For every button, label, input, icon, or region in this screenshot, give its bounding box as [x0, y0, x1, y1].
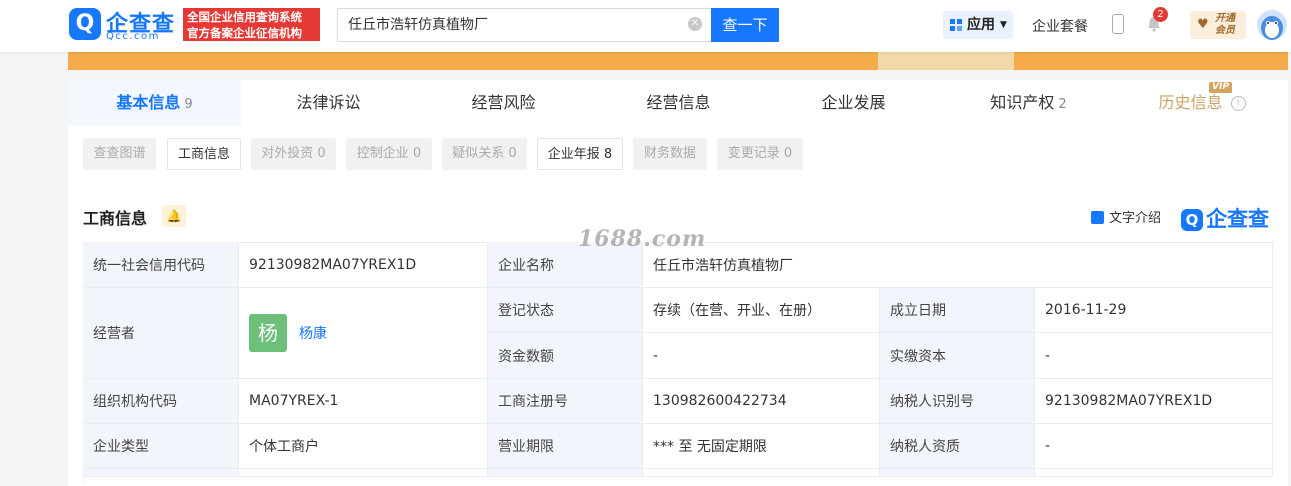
user-avatar[interactable] — [1257, 10, 1287, 40]
table-row-partial-label — [83, 469, 239, 477]
brand-text: 企查查 — [1206, 207, 1269, 231]
enterprise-package-link[interactable]: 企业套餐 — [1032, 16, 1088, 36]
text-intro-button[interactable]: 文字介绍 — [1091, 207, 1161, 226]
watermark-text: 1688.com — [578, 226, 707, 252]
qcc-logo-icon: Q — [1181, 209, 1203, 231]
subtab-registration[interactable]: 工商信息 — [167, 138, 241, 170]
tab-count: 2 — [1058, 97, 1067, 112]
operator-avatar[interactable]: 杨 — [249, 314, 287, 352]
tab-label: 经营信息 — [646, 93, 711, 112]
promo-banner[interactable] — [68, 52, 1288, 70]
subtab-annual-report[interactable]: 企业年报 8 — [537, 138, 623, 170]
vip-open-label: 开通 会员 — [1215, 13, 1243, 37]
org-code-label: 组织机构代码 — [83, 379, 239, 424]
app-menu-label: 应用 — [967, 17, 995, 33]
tab-label: 企业发展 — [821, 93, 886, 112]
mobile-phone-icon[interactable] — [1112, 14, 1124, 34]
company-type-label: 企业类型 — [83, 424, 239, 469]
subtab-graph[interactable]: 查查图谱 — [83, 138, 156, 170]
reg-status-value: 存续（在营、开业、在册） — [643, 288, 880, 333]
tab-business-risk[interactable]: 经营风险 — [416, 80, 591, 126]
tab-label: 历史信息 — [1158, 93, 1223, 112]
capital-label: 资金数额 — [488, 333, 643, 379]
tab-count: 9 — [184, 97, 193, 112]
notification-count-badge: 2 — [1153, 7, 1168, 22]
monitor-bell-icon[interactable]: 🔔 — [162, 205, 186, 227]
grid-icon — [950, 19, 962, 31]
tab-basic-info[interactable]: 基本信息 9 — [68, 80, 241, 126]
text-intro-label: 文字介绍 — [1109, 211, 1162, 226]
paid-capital-value: - — [1035, 333, 1273, 379]
main-tab-bar: 基本信息 9 法律诉讼 经营风险 经营信息 企业发展 知识产权 2 历史信息 i VI… — [68, 80, 1288, 127]
penguin-avatar-icon — [1261, 16, 1283, 40]
tab-history[interactable]: 历史信息 i — [1116, 80, 1288, 126]
table-row-partial — [643, 469, 880, 477]
subtab-change-log[interactable]: 变更记录 0 — [717, 138, 803, 170]
credit-code-label: 统一社会信用代码 — [83, 242, 239, 288]
clear-icon[interactable]: ✕ — [688, 17, 702, 31]
reg-status-label: 登记状态 — [488, 288, 643, 333]
vip-badge: VIP — [1209, 82, 1232, 93]
tab-development[interactable]: 企业发展 — [766, 80, 941, 126]
tab-label: 经营风险 — [471, 93, 536, 112]
tab-business-info[interactable]: 经营信息 — [591, 80, 766, 126]
tab-legal[interactable]: 法律诉讼 — [241, 80, 416, 126]
section-title: 工商信息 — [83, 209, 148, 228]
qcc-logo-icon[interactable]: Q — [69, 8, 101, 40]
found-date-value: 2016-11-29 — [1035, 288, 1273, 333]
table-row-partial — [239, 469, 488, 477]
vip-open-line-1: 开通 — [1215, 13, 1235, 24]
qcc-brand-mark: Q 企查查 — [1181, 203, 1269, 231]
reg-no-label: 工商注册号 — [488, 379, 643, 424]
taxpayer-qual-label: 纳税人资质 — [880, 424, 1035, 469]
table-row-partial — [1035, 469, 1273, 477]
capital-value: - — [643, 333, 880, 379]
subtab-controlled[interactable]: 控制企业 0 — [346, 138, 432, 170]
tab-ip[interactable]: 知识产权 2 — [941, 80, 1116, 126]
operator-name-link[interactable]: 杨康 — [299, 323, 327, 343]
reg-no-value: 130982600422734 — [643, 379, 880, 424]
table-row-partial-label — [880, 469, 1035, 477]
taxpayer-id-label: 纳税人识别号 — [880, 379, 1035, 424]
operator-label: 经营者 — [83, 288, 239, 379]
document-icon — [1091, 211, 1104, 224]
slogan-line-2: 官方备案企业征信机构 — [187, 26, 302, 40]
vip-heart-icon: ♥ — [1197, 17, 1209, 32]
paid-capital-label: 实缴资本 — [880, 333, 1035, 379]
operator-cell: 杨 杨康 — [239, 288, 488, 379]
top-bar: Q 企查查 Qcc.com 全国企业信用查询系统 官方备案企业征信机构 任丘市浩… — [0, 0, 1291, 52]
taxpayer-id-value: 92130982MA07YREX1D — [1035, 379, 1273, 424]
search-button[interactable]: 查一下 — [711, 8, 779, 42]
taxpayer-qual-value: - — [1035, 424, 1273, 469]
tab-label: 知识产权 — [990, 93, 1055, 112]
term-value: *** 至 无固定期限 — [643, 424, 880, 469]
company-name-value: 任丘市浩轩仿真植物厂 — [643, 242, 1273, 288]
vip-open-line-2: 会员 — [1215, 25, 1235, 36]
banner-decoration — [878, 52, 1014, 70]
chevron-down-icon: ▼ — [1000, 20, 1007, 30]
search-input[interactable]: 任丘市浩轩仿真植物厂 — [337, 8, 711, 42]
table-row-partial-label — [488, 469, 643, 477]
company-type-value: 个体工商户 — [239, 424, 488, 469]
subtab-finance[interactable]: 财务数据 — [633, 138, 707, 170]
subtab-investment[interactable]: 对外投资 0 — [251, 138, 336, 170]
vip-open-button[interactable]: ♥ 开通 会员 — [1190, 11, 1246, 39]
subtab-suspected[interactable]: 疑似关系 0 — [442, 138, 527, 170]
credit-code-value: 92130982MA07YREX1D — [239, 242, 488, 288]
tab-label: 基本信息 — [116, 93, 181, 112]
slogan-line-1: 全国企业信用查询系统 — [187, 10, 302, 24]
term-label: 营业期限 — [488, 424, 643, 469]
slogan-badge: 全国企业信用查询系统 官方备案企业征信机构 — [183, 8, 320, 41]
logo-subtitle: Qcc.com — [106, 31, 160, 42]
info-icon: i — [1230, 96, 1246, 111]
app-menu-button[interactable]: 应用 ▼ — [943, 11, 1013, 39]
org-code-value: MA07YREX-1 — [239, 379, 488, 424]
tab-label: 法律诉讼 — [296, 93, 361, 112]
found-date-label: 成立日期 — [880, 288, 1035, 333]
